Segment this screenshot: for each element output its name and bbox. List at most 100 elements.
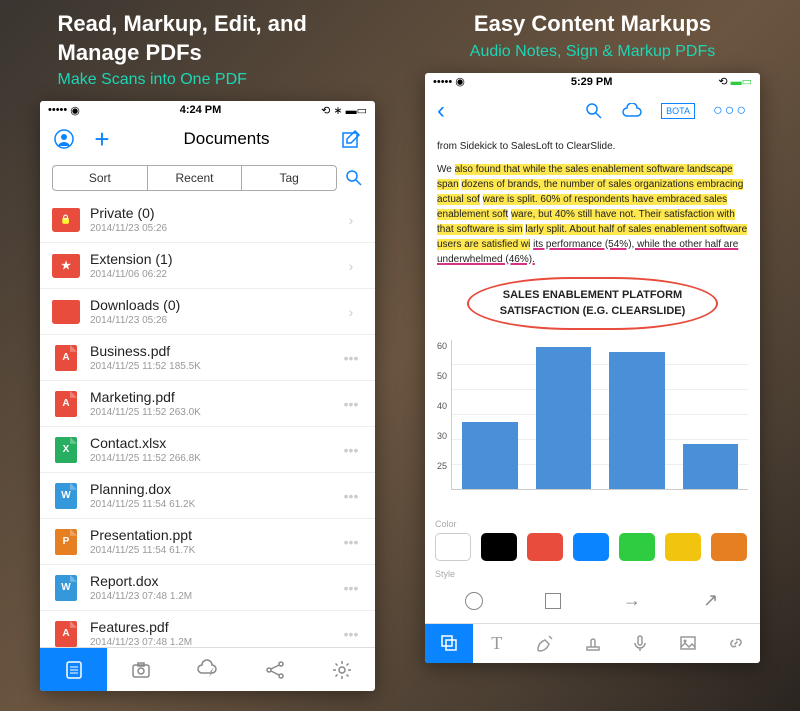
status-bar: ••••• ◉ 5:29 PM ⟲▬▭ [425,73,760,91]
color-swatch[interactable] [573,533,609,561]
phone-right: ••••• ◉ 5:29 PM ⟲▬▭ ‹ BOTA ○○○ from Side… [425,73,760,663]
color-label: Color [435,519,750,529]
item-meta: 2014/11/23 07:48 1.2M [90,591,339,602]
item-meta: 2014/11/25 11:52 185.5K [90,361,339,372]
item-name: Features.pdf [90,619,339,635]
more-icon[interactable]: ••• [339,396,363,412]
color-swatch[interactable] [665,533,701,561]
color-swatch[interactable] [527,533,563,561]
tool-stamp[interactable] [569,624,617,663]
segment-recent[interactable]: Recent [148,166,243,190]
list-item[interactable]: AMarketing.pdf2014/11/25 11:52 263.0K••• [40,381,375,427]
doc-text-line: from Sidekick to SalesLoft to ClearSlide… [437,139,748,154]
signal-icon: ••••• [48,104,67,116]
more-icon[interactable]: ○○○ [713,102,748,120]
segment-tag[interactable]: Tag [242,166,336,190]
profile-button[interactable] [52,127,76,151]
style-line[interactable]: ↗ [696,589,726,613]
style-arrow[interactable]: → [617,589,647,613]
item-name: Report.dox [90,573,339,589]
folder-icon [52,208,80,232]
list-item[interactable]: Extension (1)2014/11/06 06:22› [40,243,375,289]
item-meta: 2014/11/25 11:54 61.7K [90,545,339,556]
wifi-icon: ◉ [70,104,80,117]
item-name: Contact.xlsx [90,435,339,451]
file-list[interactable]: Private (0)2014/11/23 05:26›Extension (1… [40,197,375,647]
list-item[interactable]: XContact.xlsx2014/11/25 11:52 266.8K••• [40,427,375,473]
item-meta: 2014/11/25 11:54 61.2K [90,499,339,510]
more-icon[interactable]: ••• [339,488,363,504]
doc-nav: ‹ BOTA ○○○ [425,91,760,131]
search-icon[interactable] [345,169,363,187]
item-name: Business.pdf [90,343,339,359]
item-meta: 2014/11/23 05:26 [90,223,339,234]
color-swatch[interactable] [481,533,517,561]
more-icon[interactable]: ••• [339,350,363,366]
style-circle[interactable] [459,589,489,613]
segment-sort[interactable]: Sort [53,166,148,190]
chart: SALES ENABLEMENT PLATFORM SATISFACTION (… [437,277,748,490]
item-name: Planning.dox [90,481,339,497]
segment-control[interactable]: Sort Recent Tag [52,165,337,191]
item-meta: 2014/11/23 05:26 [90,315,339,326]
file-icon: A [52,346,80,370]
status-bar: ••••• ◉ 4:24 PM ⟲∗▬▭ [40,101,375,119]
list-item[interactable]: AFeatures.pdf2014/11/23 07:48 1.2M••• [40,611,375,647]
file-icon: A [52,622,80,646]
bota-button[interactable]: BOTA [661,103,695,119]
tool-pen[interactable] [521,624,569,663]
chevron-icon[interactable]: › [339,258,363,274]
more-icon[interactable]: ••• [339,580,363,596]
tab-documents[interactable] [40,648,107,691]
style-square[interactable] [538,589,568,613]
color-swatch[interactable] [435,533,471,561]
tool-link[interactable] [712,624,760,663]
cloud-icon[interactable] [621,103,643,119]
list-item[interactable]: W Report.dox 2014/11/23 07:48 1.2M••• [40,565,375,611]
promo-title-left: Read, Markup, Edit, and Manage PDFs [58,10,358,67]
folder-icon [52,300,80,324]
chart-bars [451,340,748,490]
chart-bar [609,352,665,489]
list-item[interactable]: Downloads (0) 2014/11/23 05:26› [40,289,375,335]
more-icon[interactable]: ••• [339,534,363,550]
tab-settings[interactable] [308,648,375,691]
document-content[interactable]: from Sidekick to SalesLoft to ClearSlide… [425,131,760,515]
wifi-icon: ◉ [455,75,465,88]
list-item[interactable]: Private (0)2014/11/23 05:26› [40,197,375,243]
chevron-icon[interactable]: › [339,304,363,320]
list-item[interactable]: W Planning.dox 2014/11/25 11:54 61.2K••• [40,473,375,519]
file-icon: A [52,392,80,416]
folder-icon [52,254,80,278]
item-name: Downloads (0) [90,297,339,313]
color-swatch[interactable] [619,533,655,561]
tool-image[interactable] [664,624,712,663]
status-time: 5:29 PM [571,76,613,88]
more-icon[interactable]: ••• [339,442,363,458]
tool-audio[interactable] [616,624,664,663]
list-item[interactable]: A Business.pdf 2014/11/25 11:52 185.5K••• [40,335,375,381]
filter-bar: Sort Recent Tag [40,159,375,197]
tab-camera[interactable] [107,648,174,691]
markup-toolbar: T [425,623,760,663]
more-icon[interactable]: ••• [339,626,363,642]
tab-cloud[interactable] [174,648,241,691]
file-icon: W [52,576,80,600]
file-icon: X [52,438,80,462]
back-button[interactable]: ‹ [437,97,445,125]
color-swatch[interactable] [711,533,747,561]
list-item[interactable]: PPresentation.ppt2014/11/25 11:54 61.7K•… [40,519,375,565]
search-icon[interactable] [585,102,603,120]
doc-paragraph: We also found that while the sales enabl… [437,162,748,267]
file-icon: W [52,484,80,508]
item-meta: 2014/11/25 11:52 263.0K [90,407,339,418]
chevron-icon[interactable]: › [339,212,363,228]
tool-shapes[interactable] [425,624,473,663]
tab-bar [40,647,375,691]
add-button[interactable]: + [90,127,114,151]
compose-button[interactable] [339,127,363,151]
promo-title-right: Easy Content Markups [474,10,711,39]
tool-text[interactable]: T [473,624,521,663]
tab-share[interactable] [241,648,308,691]
battery-icon: ▬▭ [731,75,752,88]
